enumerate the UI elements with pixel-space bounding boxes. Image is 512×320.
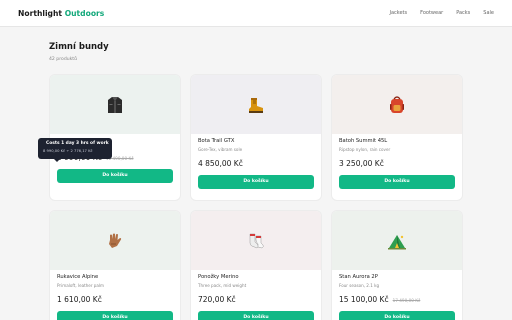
boot-icon: [249, 97, 263, 113]
socks-icon: [249, 233, 264, 248]
product-description: Three pack, mid weight: [198, 283, 247, 288]
brand-name-accent: Outdoors: [64, 8, 105, 18]
product-card[interactable]: Stan Aurora 2P Four season, 2.1 kg 15 10…: [331, 210, 463, 320]
add-to-cart-button[interactable]: Do košíku: [339, 311, 455, 320]
product-image: [50, 75, 180, 134]
top-nav-bar: Northlight Outdoors Jackets Footwear Pac…: [0, 0, 512, 27]
nav-link-packs[interactable]: Packs: [456, 10, 470, 16]
add-to-cart-button[interactable]: Do košíku: [198, 175, 314, 189]
backpack-icon: [390, 95, 404, 113]
work-cost-tooltip: Costs 1 day 3 hrs of work 8 990,00 Kč ÷ …: [38, 138, 112, 162]
product-name[interactable]: Rukavice Alpine: [57, 274, 173, 280]
tooltip-title: Costs 1 day 3 hrs of work: [46, 141, 109, 146]
tooltip-detail: 8 990,00 Kč ÷ 2 776,17 Kč: [43, 149, 93, 153]
page-title: Zimní bundy: [49, 42, 109, 52]
product-description: Primaloft, leather palm: [57, 283, 105, 288]
add-to-cart-button[interactable]: Do košíku: [57, 311, 173, 320]
product-description: Four season, 2.1 kg: [339, 283, 380, 288]
product-image: [50, 211, 180, 270]
product-name[interactable]: Ponožky Merino: [198, 274, 314, 280]
product-name[interactable]: Stan Aurora 2P: [339, 274, 455, 280]
brand-logo[interactable]: Northlight Outdoors: [18, 9, 104, 18]
product-card[interactable]: Rukavice Alpine Primaloft, leather palm …: [49, 210, 181, 320]
product-card[interactable]: Ponožky Merino Three pack, mid weight 72…: [190, 210, 322, 320]
product-price: 1 610,00 Kč: [57, 295, 102, 304]
product-old-price: 17 490,00 Kč: [392, 298, 421, 303]
main-nav: Jackets Footwear Packs Sale: [389, 10, 494, 16]
product-image: [191, 211, 321, 270]
product-name[interactable]: Bota Trail GTX: [198, 138, 314, 144]
product-price: 4 850,00 Kč: [198, 159, 243, 168]
add-to-cart-button[interactable]: Do košíku: [339, 175, 455, 189]
nav-link-footwear[interactable]: Footwear: [420, 10, 443, 16]
add-to-cart-button[interactable]: Do košíku: [57, 169, 173, 183]
glove-icon: [109, 233, 122, 248]
product-price: 3 250,00 Kč: [339, 159, 384, 168]
product-image: [332, 211, 462, 270]
product-price: 15 100,00 Kč: [339, 295, 389, 304]
nav-link-jackets[interactable]: Jackets: [389, 10, 407, 16]
product-image: [191, 75, 321, 134]
jacket-icon: [108, 96, 122, 113]
product-description: Gore-Tex, vibram sole: [198, 147, 243, 152]
tent-icon: [388, 234, 406, 249]
add-to-cart-button[interactable]: Do košíku: [198, 311, 314, 320]
category-heading: Zimní bundy 42 produktů: [49, 42, 109, 62]
product-description: Ripstop nylon, rain cover: [339, 147, 391, 152]
product-count: 42 produktů: [49, 57, 78, 62]
product-card[interactable]: Batoh Summit 45L Ripstop nylon, rain cov…: [331, 74, 463, 201]
product-price: 720,00 Kč: [198, 295, 236, 304]
nav-link-sale[interactable]: Sale: [483, 10, 494, 16]
product-name[interactable]: Batoh Summit 45L: [339, 138, 455, 144]
brand-name: Northlight: [18, 8, 63, 18]
product-card[interactable]: Bota Trail GTX Gore-Tex, vibram sole 4 8…: [190, 74, 322, 201]
product-image: [332, 75, 462, 134]
